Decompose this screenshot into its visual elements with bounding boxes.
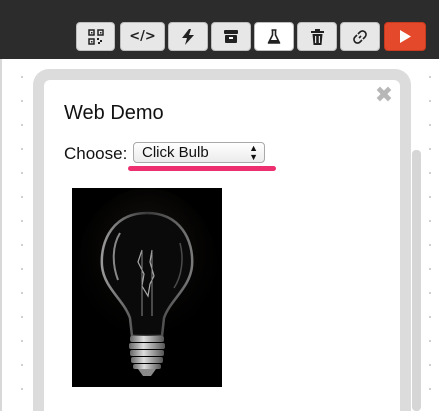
bulb-select[interactable]: Click Bulb ▲ ▼ xyxy=(133,142,265,163)
archive-button[interactable] xyxy=(211,22,251,51)
select-arrows-icon: ▲ ▼ xyxy=(249,142,258,162)
choose-label: Choose: xyxy=(64,144,128,163)
archive-icon xyxy=(223,29,239,44)
canvas-left-border xyxy=(0,59,2,411)
trash-icon xyxy=(310,28,324,45)
select-highlight-underline xyxy=(128,166,276,171)
link-button[interactable] xyxy=(340,22,380,51)
link-icon xyxy=(352,29,368,45)
close-icon[interactable]: ✖ xyxy=(374,85,394,107)
lightning-icon xyxy=(181,28,195,45)
qr-code-button[interactable] xyxy=(76,22,115,51)
code-icon: </> xyxy=(129,29,156,44)
top-toolbar: </> xyxy=(0,0,439,59)
panel-title: Web Demo xyxy=(64,102,164,124)
flask-icon xyxy=(267,28,281,45)
run-button[interactable] xyxy=(384,22,426,51)
light-bulb-image[interactable] xyxy=(72,188,222,387)
trash-button[interactable] xyxy=(297,22,337,51)
qr-code-icon xyxy=(87,28,104,45)
flask-button[interactable] xyxy=(254,22,294,51)
lightning-button[interactable] xyxy=(168,22,208,51)
select-value: Click Bulb xyxy=(142,144,209,161)
panel-scrollbar[interactable] xyxy=(412,150,421,411)
play-icon xyxy=(399,30,411,43)
code-button[interactable]: </> xyxy=(120,22,165,51)
